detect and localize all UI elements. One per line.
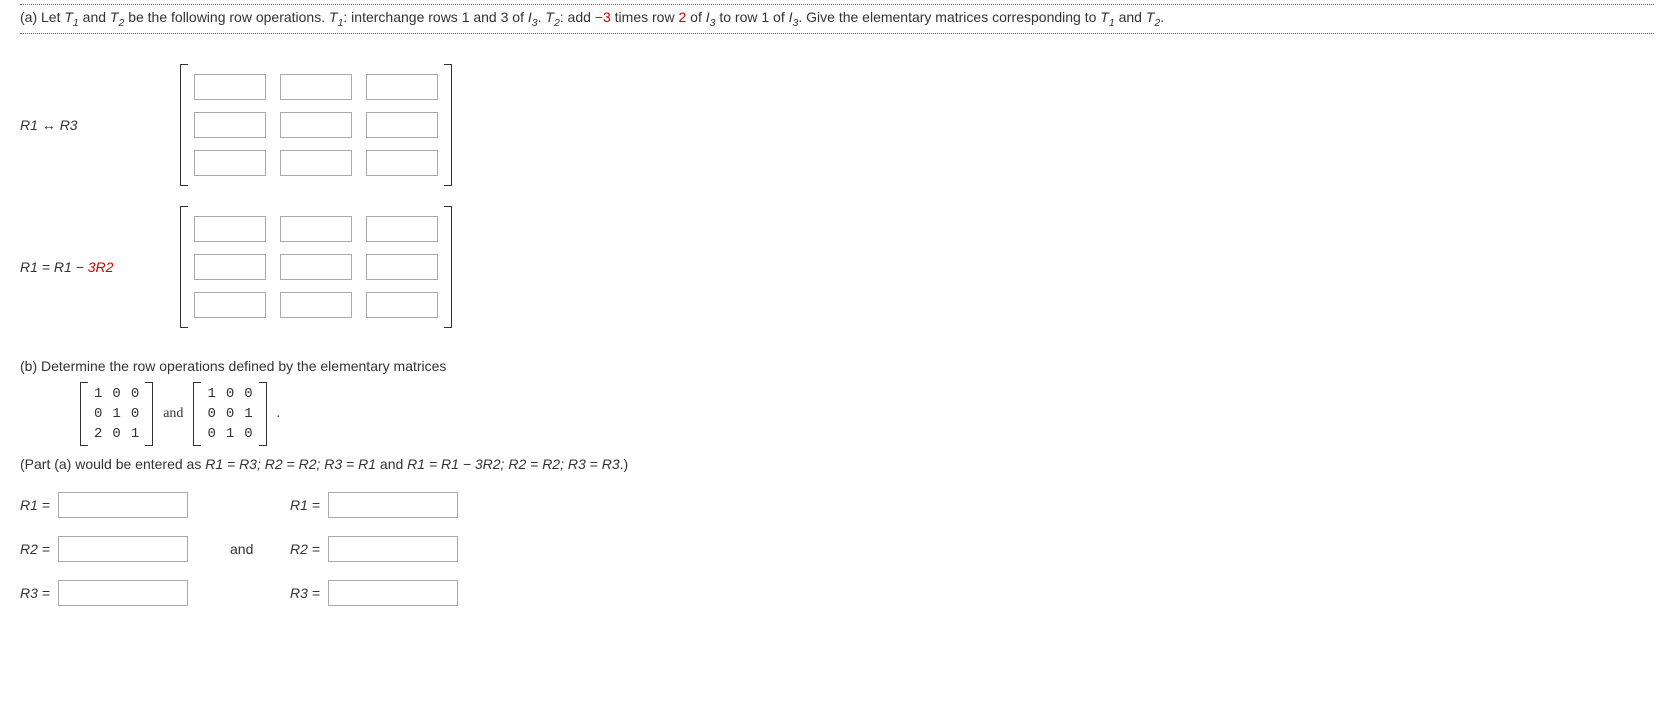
bracket-right-icon	[444, 64, 452, 186]
answer-label-r3-left: R3 =	[20, 585, 50, 601]
bracket-right-icon	[145, 382, 153, 446]
answer-row-1: R1 = R1 =	[20, 492, 1654, 518]
static-matrix-2: 100 001 010	[193, 382, 266, 446]
matrix-input-row-2: R1 = R1 − 3R2	[20, 206, 1654, 328]
matrix2-cell-2-1[interactable]	[280, 292, 352, 318]
matrix2-cell-2-0[interactable]	[194, 292, 266, 318]
answer-row-3: R3 = R3 =	[20, 580, 1654, 606]
matrix1-cell-0-2[interactable]	[366, 74, 438, 100]
matrix2-cell-0-2[interactable]	[366, 216, 438, 242]
bracket-right-icon	[444, 206, 452, 328]
part-a-question: (a) Let T1 and T2 be the following row o…	[20, 4, 1654, 34]
answer-input-r2-left[interactable]	[58, 536, 188, 562]
matrix1-cell-0-0[interactable]	[194, 74, 266, 100]
matrix1-cell-2-1[interactable]	[280, 150, 352, 176]
bracket-left-icon	[180, 206, 188, 328]
matrix1-cell-2-0[interactable]	[194, 150, 266, 176]
answer-label-r1-left: R1 =	[20, 497, 50, 513]
and-label: and	[230, 541, 290, 557]
bracket-left-icon	[180, 64, 188, 186]
part-b-intro: (b) Determine the row operations defined…	[20, 358, 1654, 374]
matrix-input-row-1: R1 ↔ R3	[20, 64, 1654, 186]
answer-label-r1-right: R1 =	[290, 497, 320, 513]
operation-label-1: R1 ↔ R3	[20, 117, 180, 133]
answer-label-r2-right: R2 =	[290, 541, 320, 557]
matrix2-cell-2-2[interactable]	[366, 292, 438, 318]
bracket-left-icon	[80, 382, 88, 446]
operation-label-2: R1 = R1 − 3R2	[20, 259, 180, 275]
answer-input-r3-left[interactable]	[58, 580, 188, 606]
answer-input-r2-right[interactable]	[328, 536, 458, 562]
matrix1-cell-0-1[interactable]	[280, 74, 352, 100]
bracket-right-icon	[259, 382, 267, 446]
matrix1-cell-1-2[interactable]	[366, 112, 438, 138]
answer-input-r3-right[interactable]	[328, 580, 458, 606]
answer-input-r1-left[interactable]	[58, 492, 188, 518]
answer-row-2: R2 = and R2 =	[20, 536, 1654, 562]
text: (a) Let	[20, 9, 64, 25]
matrix2-cell-0-1[interactable]	[280, 216, 352, 242]
answer-input-r1-right[interactable]	[328, 492, 458, 518]
matrix2-cell-1-2[interactable]	[366, 254, 438, 280]
matrix1-cell-1-1[interactable]	[280, 112, 352, 138]
bracket-left-icon	[193, 382, 201, 446]
answer-label-r2-left: R2 =	[20, 541, 50, 557]
matrix1-cell-1-0[interactable]	[194, 112, 266, 138]
matrix2-cell-0-0[interactable]	[194, 216, 266, 242]
static-matrices-row: 100 010 201 and 100 001 010 .	[80, 382, 1654, 446]
entry-hint: (Part (a) would be entered as R1 = R3; R…	[20, 456, 1654, 472]
matrix2-cell-1-0[interactable]	[194, 254, 266, 280]
matrix2-cell-1-1[interactable]	[280, 254, 352, 280]
and-text: and	[163, 406, 183, 422]
matrix1-cell-2-2[interactable]	[366, 150, 438, 176]
answer-label-r3-right: R3 =	[290, 585, 320, 601]
static-matrix-1: 100 010 201	[80, 382, 153, 446]
